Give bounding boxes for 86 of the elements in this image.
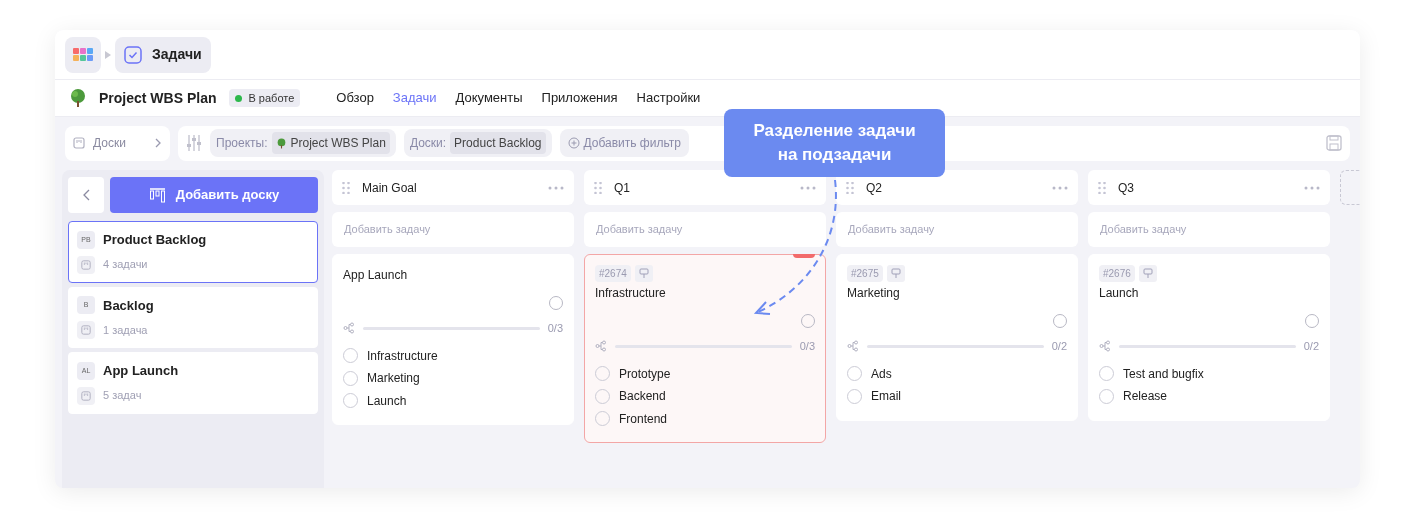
filter-chip[interactable]: Проекты: Project WBS Plan <box>210 129 396 157</box>
sliders-icon[interactable] <box>186 134 202 152</box>
add-column-placeholder[interactable] <box>1340 170 1360 205</box>
subtask-label: Test and bugfix <box>1123 365 1204 383</box>
drag-handle-icon[interactable] <box>846 181 854 194</box>
callout: Разделение задачи на подзадачи <box>724 109 945 177</box>
drag-handle-icon[interactable] <box>1098 181 1106 194</box>
more-icon[interactable] <box>548 185 564 190</box>
status-badge: В работе <box>229 88 301 108</box>
subtask-label: Release <box>1123 388 1168 406</box>
column-title: Main Goal <box>362 179 418 197</box>
filter-value: Product Backlog <box>450 132 546 154</box>
apps-button[interactable] <box>65 36 101 73</box>
subtask-label: Email <box>871 388 901 406</box>
save-icon[interactable] <box>1326 135 1342 151</box>
subtasks-icon <box>343 322 355 335</box>
subtask-label: Prototype <box>619 365 671 383</box>
subtask-label: Ads <box>871 365 892 383</box>
tree-icon <box>275 137 287 149</box>
filter-label: Доски: <box>409 135 447 152</box>
nav-tab[interactable]: Приложения <box>541 88 618 108</box>
subtasks-icon <box>847 340 859 353</box>
project-title: Project WBS Plan <box>99 88 217 108</box>
task-card[interactable]: App Launch 0/3 Infrastructure Marketing Launch <box>332 254 574 425</box>
more-icon[interactable] <box>800 185 816 190</box>
task-id: #2674 <box>595 265 631 282</box>
nav-tab[interactable]: Обзор <box>336 88 374 108</box>
drag-handle-icon[interactable] <box>342 181 350 194</box>
task-count: 5 задач <box>103 388 142 404</box>
task-count: 1 задача <box>103 322 148 338</box>
task-title: Launch <box>1099 285 1140 302</box>
progress-count: 0/2 <box>1051 339 1067 354</box>
subtask-label: Backend <box>619 388 666 406</box>
progress-count: 0/3 <box>799 339 815 354</box>
subtask-label: Launch <box>367 392 407 410</box>
board-name: Backlog <box>103 296 154 315</box>
task-title: App Launch <box>343 267 409 284</box>
progress-count: 0/2 <box>1303 339 1319 354</box>
apps-grid-icon <box>73 47 93 62</box>
plus-circle-icon <box>567 137 580 149</box>
flag-icon[interactable] <box>1138 265 1157 282</box>
highlight-marker <box>793 254 815 258</box>
nav-tab[interactable]: Задачи <box>392 88 437 108</box>
task-card[interactable]: #2676 Launch 0/2 Test and bugfix Release <box>1088 254 1330 421</box>
task-card[interactable]: #2674 Infrastructure 0/3 Prototype Backend Frontend <box>584 254 826 443</box>
flag-icon[interactable] <box>634 265 653 282</box>
board-name: App Launch <box>103 362 179 380</box>
column-title: Q2 <box>866 179 883 197</box>
column-title: Q1 <box>614 179 631 197</box>
tree-icon <box>68 88 88 108</box>
board-icon <box>148 187 166 203</box>
subtask-label: Infrastructure <box>367 347 438 365</box>
board-icon <box>81 390 91 401</box>
column-title: Q3 <box>1118 179 1135 197</box>
subtasks-icon <box>1099 340 1111 353</box>
nav-tab[interactable]: Настройки <box>636 88 701 108</box>
task-id: #2675 <box>847 265 883 282</box>
flag-icon[interactable] <box>886 265 905 282</box>
filter-chip[interactable]: Доски: Product Backlog <box>403 129 552 157</box>
nav-tab[interactable]: Документы <box>455 88 523 108</box>
checkbox-icon <box>124 45 142 64</box>
subtask-label: Frontend <box>619 410 668 428</box>
boards-button[interactable]: Доски <box>65 125 170 161</box>
breadcrumb-tab[interactable]: Задачи <box>115 36 211 73</box>
task-id: #2676 <box>1099 265 1135 282</box>
filter-value: Project WBS Plan <box>271 132 390 154</box>
back-button[interactable] <box>68 177 104 213</box>
subtasks-icon <box>595 340 607 353</box>
chevron-right-icon <box>155 138 162 148</box>
board-icon <box>81 259 91 270</box>
subtask-label: Marketing <box>367 370 420 388</box>
task-title: Infrastructure <box>595 285 667 302</box>
more-icon[interactable] <box>1304 185 1320 190</box>
board-icon <box>81 325 91 335</box>
drag-handle-icon[interactable] <box>594 181 602 194</box>
add-board-button[interactable]: Добавить доску <box>110 177 318 213</box>
task-count: 4 задачи <box>103 257 148 273</box>
board-icon <box>73 137 85 149</box>
chevron-icon <box>105 50 111 59</box>
chevron-left-icon <box>82 189 90 201</box>
board-name: Product Backlog <box>103 231 207 249</box>
filter-label: Проекты: <box>216 135 268 152</box>
more-icon[interactable] <box>1052 185 1068 190</box>
progress-count: 0/3 <box>547 321 563 336</box>
task-title: Marketing <box>847 285 901 302</box>
task-card[interactable]: #2675 Marketing 0/2 Ads Email <box>836 254 1078 421</box>
